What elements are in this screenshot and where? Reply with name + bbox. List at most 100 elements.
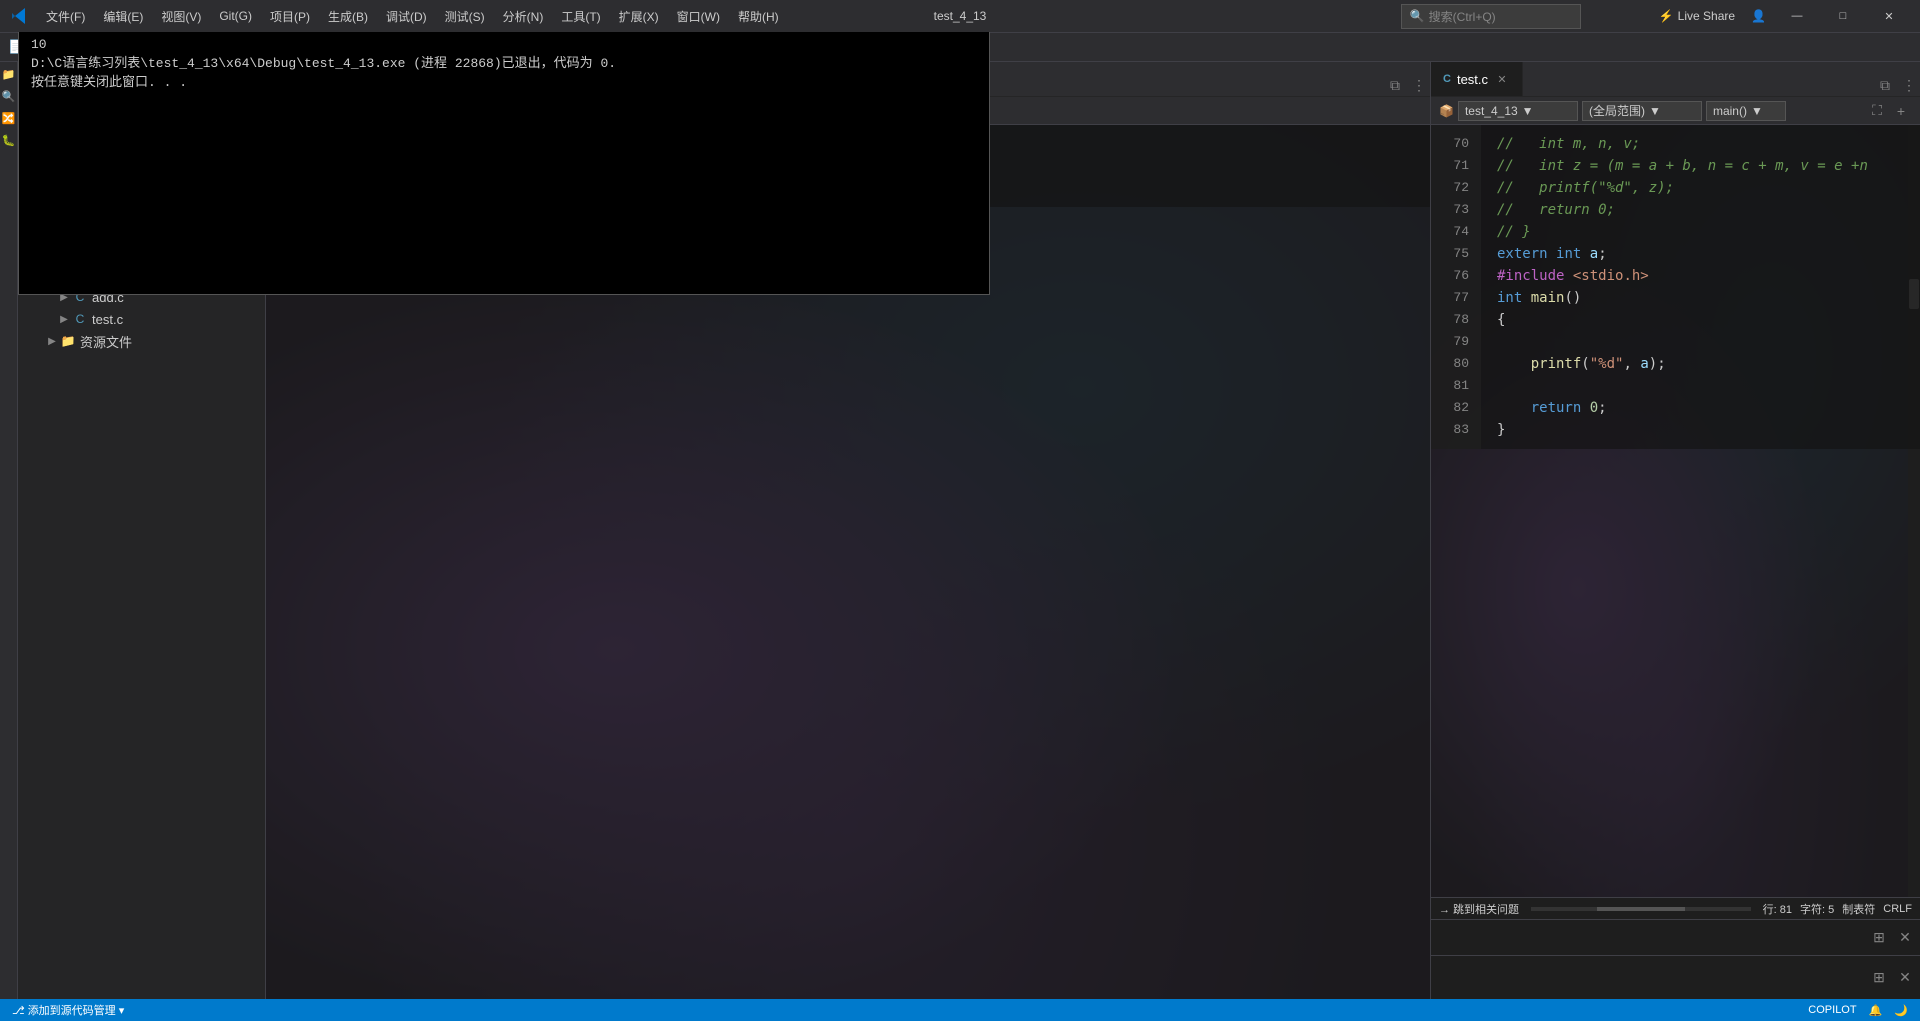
menu-git[interactable]: Git(G) bbox=[211, 5, 260, 27]
code-line-72: // printf("%d", z); bbox=[1497, 177, 1904, 199]
console-line-1: 10 bbox=[31, 37, 977, 52]
mini-panel-1: ⊞ ✕ bbox=[1431, 920, 1920, 956]
live-share-icon: ⚡ bbox=[1659, 9, 1674, 23]
line-ending-info: CRLF bbox=[1883, 903, 1912, 915]
mini-panels: ⊞ ✕ ⊞ ✕ bbox=[1431, 919, 1920, 999]
encoding-info: 制表符 bbox=[1842, 901, 1875, 917]
account-icon[interactable]: 👤 bbox=[1751, 9, 1766, 23]
source-control-label: 添加到源代码管理 ▾ bbox=[28, 1002, 125, 1018]
func-dropdown[interactable]: main() ▼ bbox=[1706, 101, 1786, 121]
code-line-81 bbox=[1497, 375, 1904, 397]
file-location-label: test_4_13 bbox=[1465, 104, 1518, 118]
status-bar: ⎇ 添加到源代码管理 ▾ COPILOT 🔔 🌙 bbox=[0, 999, 1920, 1021]
minimize-button[interactable]: — bbox=[1774, 0, 1820, 32]
activity-search[interactable]: 🔍 bbox=[1, 88, 17, 104]
editor-actions-2: ⧉ ⋮ bbox=[1874, 74, 1920, 96]
code-line-83: } bbox=[1497, 419, 1904, 441]
app-logo bbox=[8, 4, 32, 28]
night-mode-button[interactable]: 🌙 bbox=[1890, 999, 1912, 1021]
menu-build[interactable]: 生成(B) bbox=[320, 4, 376, 29]
horizontal-scrollbar[interactable] bbox=[1531, 907, 1751, 911]
c-file-icon: C bbox=[1443, 73, 1451, 85]
sidebar-item-test-c[interactable]: ▶ C test.c bbox=[18, 308, 265, 330]
tab-filename: test.c bbox=[1457, 72, 1488, 87]
menu-tools[interactable]: 工具(T) bbox=[553, 4, 608, 29]
code-line-78: { bbox=[1497, 309, 1904, 331]
live-share-button[interactable]: ⚡ Live Share bbox=[1651, 7, 1743, 25]
menu-window[interactable]: 窗口(W) bbox=[669, 4, 728, 29]
live-share-label: Live Share bbox=[1678, 9, 1735, 23]
expand-icon: ▶ bbox=[46, 335, 58, 347]
branch-icon: ⎇ bbox=[12, 1004, 25, 1017]
close-button[interactable]: ✕ bbox=[1866, 0, 1912, 32]
split-button[interactable]: ⧉ bbox=[1874, 74, 1896, 96]
code-line-73: // return 0; bbox=[1497, 199, 1904, 221]
add-editor-button[interactable]: + bbox=[1890, 100, 1912, 122]
activity-debug[interactable]: 🐛 bbox=[1, 132, 17, 148]
line-info: 行: 81 bbox=[1763, 901, 1792, 917]
split-editor-button[interactable]: ⧉ bbox=[1384, 74, 1406, 96]
notifications-button[interactable]: 🔔 bbox=[1865, 999, 1887, 1021]
editor-actions: ⧉ ⋮ bbox=[1384, 74, 1430, 96]
line-numbers-2: 70 71 72 73 74 75 76 77 78 79 80 81 bbox=[1431, 125, 1481, 449]
close-panel-icon[interactable]: ✕ bbox=[1894, 926, 1916, 948]
func-label: main() bbox=[1713, 104, 1747, 118]
menu-debug[interactable]: 调试(D) bbox=[378, 4, 435, 29]
tab-test-c[interactable]: C test.c ✕ bbox=[1431, 62, 1523, 96]
code-line-77: int main() bbox=[1497, 287, 1904, 309]
scrollbar-thumb-h[interactable] bbox=[1597, 907, 1685, 911]
console-line-3: 按任意键关闭此窗口. . . bbox=[31, 71, 977, 90]
search-icon: 🔍 bbox=[1410, 9, 1425, 23]
editor-breadcrumb-2: 📦 test_4_13 ▼ (全局范围) ▼ main() ▼ ⛶ bbox=[1431, 97, 1920, 125]
debug-console-window: ■ Microsoft Visual Studio 调试控制台 — □ ✕ 10… bbox=[18, 0, 990, 295]
night-icon: 🌙 bbox=[1894, 1004, 1908, 1017]
code-line-80: printf("%d", a); bbox=[1497, 353, 1904, 375]
folder-icon: 📁 bbox=[60, 333, 76, 349]
search-box[interactable]: 🔍 搜索(Ctrl+Q) bbox=[1401, 4, 1581, 29]
sidebar-item-resources[interactable]: ▶ 📁 资源文件 bbox=[18, 330, 265, 352]
activity-git[interactable]: 🔀 bbox=[1, 110, 17, 126]
maximize-button[interactable]: □ bbox=[1820, 0, 1866, 32]
float-icon[interactable]: ⊞ bbox=[1868, 926, 1890, 948]
chevron-icon: ▼ bbox=[1522, 104, 1534, 118]
float-icon-2[interactable]: ⊞ bbox=[1868, 966, 1890, 988]
editor-pane-test-c: C test.c ✕ ⧉ ⋮ 📦 test_4_13 ▼ bbox=[1430, 62, 1920, 999]
console-line-2: D:\C语言练习列表\test_4_13\x64\Debug\test_4_13… bbox=[31, 52, 977, 71]
menu-edit[interactable]: 编辑(E) bbox=[95, 4, 151, 29]
scope-label: (全局范围) bbox=[1589, 102, 1645, 119]
copilot-status[interactable]: COPILOT bbox=[1804, 999, 1860, 1021]
menu-project[interactable]: 项目(P) bbox=[262, 4, 318, 29]
titlebar-right: ⚡ Live Share 👤 — □ ✕ bbox=[1651, 0, 1912, 32]
window-controls: — □ ✕ bbox=[1774, 0, 1912, 32]
menu-view[interactable]: 视图(V) bbox=[153, 4, 209, 29]
menu-test[interactable]: 测试(S) bbox=[437, 4, 493, 29]
menu-help[interactable]: 帮助(H) bbox=[730, 4, 787, 29]
project-context-icon: 📦 bbox=[1439, 104, 1454, 118]
code-line-71: // int z = (m = a + b, n = c + m, v = e … bbox=[1497, 155, 1904, 177]
code-line-74: // } bbox=[1497, 221, 1904, 243]
menu-analyze[interactable]: 分析(N) bbox=[495, 4, 552, 29]
status-right: COPILOT 🔔 🌙 bbox=[1804, 999, 1912, 1021]
mini-panel-2: ⊞ ✕ bbox=[1431, 956, 1920, 999]
pane2-bottom-bar: → 跳到相关问题 行: 81 字符: 5 制表符 CRLF bbox=[1431, 897, 1920, 919]
more-actions-button[interactable]: ⋮ bbox=[1898, 74, 1920, 96]
tab-close-button[interactable]: ✕ bbox=[1494, 71, 1510, 87]
maximize-button[interactable]: ⛶ bbox=[1866, 100, 1888, 122]
editor-tabs-2: C test.c ✕ ⧉ ⋮ bbox=[1431, 62, 1920, 97]
source-control-status[interactable]: ⎇ 添加到源代码管理 ▾ bbox=[8, 999, 128, 1021]
c-file-icon: C bbox=[72, 311, 88, 327]
more-actions-button[interactable]: ⋮ bbox=[1408, 74, 1430, 96]
titlebar: 文件(F) 编辑(E) 视图(V) Git(G) 项目(P) 生成(B) 调试(… bbox=[0, 0, 1920, 32]
menu-file[interactable]: 文件(F) bbox=[38, 4, 93, 29]
scope-dropdown-2[interactable]: (全局范围) ▼ bbox=[1582, 101, 1702, 121]
code-editor-2[interactable]: 70 71 72 73 74 75 76 77 78 79 80 81 bbox=[1431, 125, 1920, 897]
file-location-dropdown-2[interactable]: test_4_13 ▼ bbox=[1458, 101, 1578, 121]
goto-problem-label[interactable]: → 跳到相关问题 bbox=[1439, 901, 1519, 917]
pane2-actions: ⛶ + bbox=[1866, 100, 1912, 122]
activity-explorer[interactable]: 📁 bbox=[1, 66, 17, 82]
close-panel-icon-2[interactable]: ✕ bbox=[1894, 966, 1916, 988]
copilot-label: COPILOT bbox=[1808, 1004, 1856, 1016]
console-resize-handle[interactable] bbox=[981, 148, 989, 295]
menu-extensions[interactable]: 扩展(X) bbox=[611, 4, 667, 29]
code-lines-2[interactable]: // int m, n, v; // int z = (m = a + b, n… bbox=[1481, 125, 1920, 449]
